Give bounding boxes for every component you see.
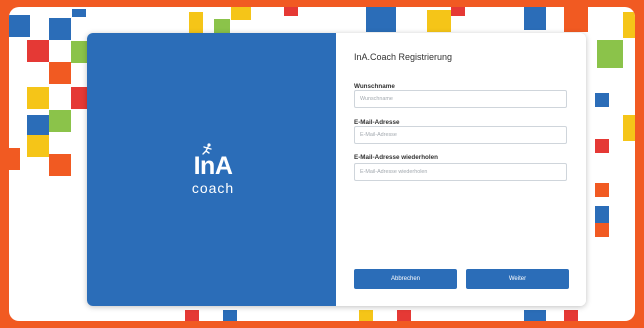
brand-panel: InA coach bbox=[87, 33, 336, 306]
decor-tile bbox=[597, 40, 623, 68]
decor-tile bbox=[49, 110, 71, 132]
email-input[interactable] bbox=[354, 126, 567, 144]
decor-tile bbox=[214, 19, 230, 33]
decor-tile bbox=[397, 310, 411, 321]
decor-tile bbox=[564, 7, 588, 32]
decor-tile bbox=[185, 310, 199, 321]
logo-word: coach bbox=[191, 180, 235, 196]
wunschname-label: Wunschname bbox=[354, 83, 395, 90]
decor-tile bbox=[623, 115, 635, 141]
decor-tile bbox=[27, 40, 49, 62]
decor-tile bbox=[9, 15, 30, 37]
decor-tile bbox=[49, 62, 71, 84]
decor-tile bbox=[366, 7, 396, 32]
decor-tile bbox=[27, 115, 49, 137]
decor-tile bbox=[524, 7, 546, 30]
decor-tile bbox=[595, 183, 609, 197]
decor-tile bbox=[189, 12, 203, 34]
decor-tile bbox=[49, 154, 71, 176]
form-title: InA.Coach Registrierung bbox=[354, 52, 453, 62]
decor-tile bbox=[623, 12, 635, 38]
next-button[interactable]: Weiter bbox=[466, 269, 569, 289]
email-confirm-input[interactable] bbox=[354, 163, 567, 181]
decor-tile bbox=[595, 223, 609, 237]
climbing-figure-icon bbox=[202, 143, 212, 155]
registration-card: InA coach InA.Coach Registrierung Wunsch… bbox=[87, 33, 586, 306]
decor-tile bbox=[524, 310, 546, 321]
ina-coach-logo: InA coach bbox=[183, 143, 243, 196]
decor-tile bbox=[27, 87, 49, 109]
decor-tile bbox=[27, 135, 49, 157]
decor-tile bbox=[71, 87, 87, 109]
decor-tile bbox=[72, 9, 86, 17]
decor-tile bbox=[427, 10, 451, 32]
decor-tile bbox=[231, 7, 251, 20]
decor-tile bbox=[451, 7, 465, 16]
registration-form: InA.Coach Registrierung Wunschname E-Mai… bbox=[336, 33, 586, 306]
logo-mark: InA bbox=[183, 143, 243, 179]
decor-tile bbox=[284, 7, 298, 16]
decor-tile bbox=[595, 139, 609, 153]
decor-tile bbox=[49, 18, 71, 40]
decor-tile bbox=[595, 93, 609, 107]
decor-tile bbox=[223, 310, 237, 321]
email-confirm-label: E-Mail-Adresse wiederholen bbox=[354, 154, 438, 161]
email-label: E-Mail-Adresse bbox=[354, 119, 400, 126]
decor-tile bbox=[564, 310, 578, 321]
decor-tile bbox=[71, 41, 87, 63]
cancel-button[interactable]: Abbrechen bbox=[354, 269, 457, 289]
wunschname-input[interactable] bbox=[354, 90, 567, 108]
decor-tile bbox=[359, 310, 373, 321]
decor-tile bbox=[9, 148, 20, 170]
